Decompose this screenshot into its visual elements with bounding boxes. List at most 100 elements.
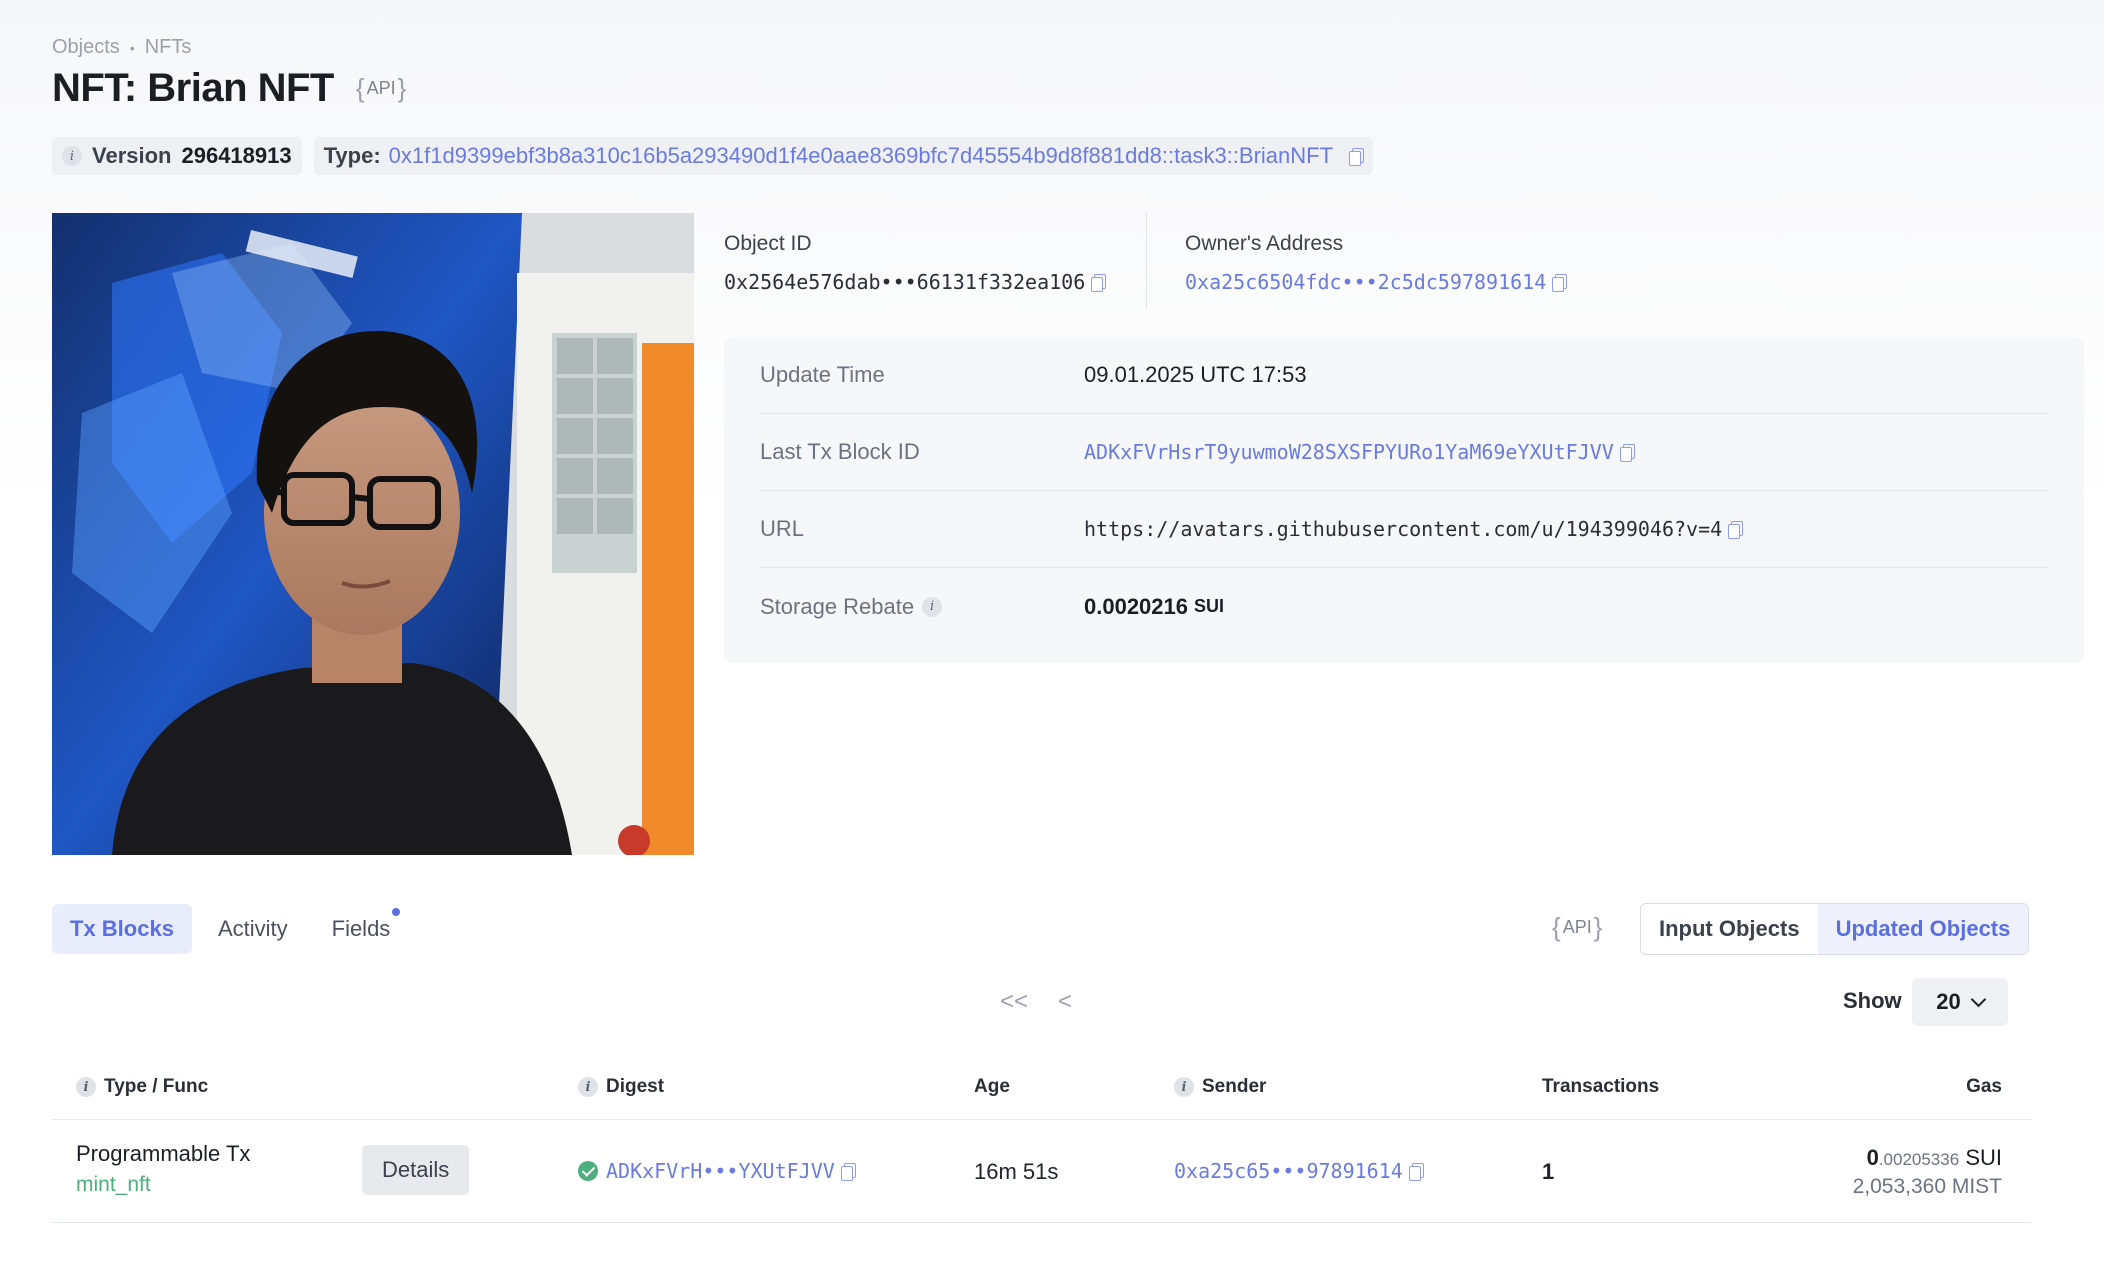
- copy-icon[interactable]: [1091, 273, 1107, 292]
- copy-icon[interactable]: [1619, 443, 1635, 462]
- tx-func-link[interactable]: mint_nft: [76, 1173, 250, 1197]
- url-value: https://avatars.githubusercontent.com/u/…: [1084, 517, 1723, 541]
- info-icon[interactable]: i: [922, 596, 943, 617]
- info-icon[interactable]: i: [62, 146, 82, 166]
- breadcrumb: Objects • NFTs: [52, 36, 191, 59]
- owner-address-link[interactable]: 0xa25c6504fdc•••2c5dc597891614: [1185, 270, 1546, 294]
- digest-link[interactable]: ADKxFVrH•••YXUtFJVV: [606, 1159, 835, 1183]
- prev-page-button[interactable]: <: [1058, 988, 1072, 1016]
- storage-rebate-row: Storage Rebate i 0.0020216 SUI: [760, 568, 2048, 645]
- api-brace-right: }: [1593, 912, 1603, 942]
- notification-dot: [392, 908, 401, 916]
- object-id-value: 0x2564e576dab•••66131f332ea106: [724, 270, 1086, 294]
- owner-address-label: Owner's Address: [1185, 232, 1344, 255]
- transactions-cell: 1: [1542, 1159, 1555, 1184]
- col-type-func-label: Type / Func: [104, 1076, 209, 1097]
- api-label: API: [1562, 917, 1592, 937]
- api-label: API: [366, 78, 396, 98]
- objects-segmented-control: Input Objects Updated Objects: [1640, 903, 2030, 955]
- page-title: NFT: Brian NFT: [52, 66, 334, 110]
- breadcrumb-objects[interactable]: Objects: [52, 36, 120, 59]
- table-header: i Type / Func i Digest Age i Sender Tran…: [52, 1060, 2032, 1120]
- version-value: 296418913: [181, 143, 292, 168]
- table-row: Programmable Tx mint_nft Details ADKxFVr…: [52, 1121, 2032, 1223]
- version-chip: i Version 296418913: [52, 137, 302, 175]
- type-value-link[interactable]: 0x1f1d9399ebf3b8a310c16b5a293490d1f4e0aa…: [389, 143, 1333, 169]
- col-transactions: Transactions: [1542, 1076, 1660, 1097]
- breadcrumb-nfts[interactable]: NFTs: [145, 36, 192, 59]
- col-type-func: i Type / Func: [76, 1076, 208, 1098]
- api-link[interactable]: { API }: [356, 73, 406, 104]
- first-page-button[interactable]: <<: [1000, 988, 1028, 1016]
- tab-fields-label: Fields: [331, 916, 391, 941]
- info-icon[interactable]: i: [1174, 1077, 1194, 1097]
- url-label: URL: [760, 516, 805, 541]
- storage-rebate-label: Storage Rebate: [760, 593, 915, 619]
- type-chip: Type: 0x1f1d9399ebf3b8a310c16b5a293490d1…: [313, 137, 1374, 175]
- gas-unit: SUI: [1965, 1145, 2002, 1170]
- tab-activity[interactable]: Activity: [200, 904, 306, 954]
- gas-mist: 2,053,360 MIST: [1852, 1175, 2002, 1198]
- page-size-value: 20: [1936, 989, 1961, 1014]
- col-sender-label: Sender: [1202, 1076, 1267, 1097]
- copy-icon[interactable]: [1552, 273, 1568, 292]
- col-sender: i Sender: [1174, 1076, 1266, 1098]
- copy-icon[interactable]: [1728, 520, 1744, 539]
- updated-objects-button[interactable]: Updated Objects: [1817, 904, 2029, 954]
- meta-row: i Version 296418913 Type: 0x1f1d9399ebf3…: [52, 137, 1374, 175]
- breadcrumb-separator: •: [129, 39, 135, 56]
- object-id-block: Object ID 0x2564e576dab•••66131f332ea106: [724, 232, 1107, 294]
- age-cell: 16m 51s: [974, 1159, 1059, 1184]
- pagination: << <: [1000, 988, 1072, 1016]
- success-check-icon: [578, 1161, 598, 1181]
- copy-icon[interactable]: [840, 1162, 856, 1181]
- storage-rebate-value: 0.0020216: [1084, 593, 1188, 619]
- tab-fields[interactable]: Fields: [314, 904, 409, 954]
- details-button[interactable]: Details: [362, 1145, 470, 1195]
- gas-frac: .00205336: [1878, 1150, 1960, 1169]
- owner-address-row: 0xa25c6504fdc•••2c5dc597891614: [1185, 270, 1568, 294]
- tab-tx-blocks[interactable]: Tx Blocks: [52, 904, 192, 954]
- copy-icon[interactable]: [1349, 147, 1365, 166]
- tx-type: Programmable Tx: [76, 1141, 251, 1166]
- object-id-label: Object ID: [724, 232, 812, 255]
- tabs: Tx Blocks Activity Fields: [52, 904, 408, 954]
- url-row: URL https://avatars.githubusercontent.co…: [760, 491, 2048, 568]
- update-time-row: Update Time 09.01.2025 UTC 17:53: [760, 337, 2048, 414]
- url-value-row: https://avatars.githubusercontent.com/u/…: [1084, 517, 1744, 541]
- storage-rebate-label-row: Storage Rebate i: [760, 594, 1084, 620]
- gas-cell: 0.00205336 SUI 2,053,360 MIST: [1853, 1145, 2002, 1199]
- api-link-secondary[interactable]: { API }: [1552, 912, 1602, 943]
- vertical-divider: [1146, 213, 1147, 309]
- storage-rebate-value-row: 0.0020216 SUI: [1084, 594, 1224, 620]
- api-brace-left: {: [355, 73, 365, 103]
- col-gas: Gas: [1966, 1076, 2002, 1097]
- col-digest-label: Digest: [606, 1076, 665, 1097]
- info-icon[interactable]: i: [578, 1077, 598, 1097]
- last-tx-row: Last Tx Block ID ADKxFVrHsrT9yuwmoW28SXS…: [760, 414, 2048, 491]
- type-func-cell: Programmable Tx mint_nft: [76, 1141, 250, 1197]
- digest-cell: ADKxFVrH•••YXUtFJVV: [578, 1159, 856, 1183]
- api-brace-right: }: [397, 73, 407, 103]
- owner-address-block: Owner's Address 0xa25c6504fdc•••2c5dc597…: [1185, 232, 1568, 294]
- version-label: Version: [92, 143, 172, 168]
- update-time-label: Update Time: [760, 362, 885, 387]
- type-label: Type:: [323, 143, 381, 168]
- chevron-down-icon: [1970, 991, 1987, 1007]
- sender-link[interactable]: 0xa25c65•••97891614: [1174, 1159, 1403, 1183]
- gas-sui: 0.00205336 SUI: [1853, 1145, 2002, 1171]
- page-size-select[interactable]: 20: [1912, 978, 2008, 1026]
- col-age: Age: [974, 1076, 1010, 1097]
- show-label: Show: [1843, 988, 1902, 1013]
- info-icon[interactable]: i: [76, 1077, 96, 1097]
- last-tx-link[interactable]: ADKxFVrHsrT9yuwmoW28SXSFPYURo1YaM69eYXUt…: [1084, 440, 1614, 464]
- col-digest: i Digest: [578, 1076, 664, 1098]
- last-tx-value-row: ADKxFVrHsrT9yuwmoW28SXSFPYURo1YaM69eYXUt…: [1084, 440, 1635, 464]
- copy-icon[interactable]: [1408, 1162, 1424, 1181]
- gas-int: 0: [1866, 1145, 1879, 1170]
- nft-photo-illustration: [52, 213, 694, 855]
- update-time-value: 09.01.2025 UTC 17:53: [1084, 362, 1307, 387]
- nft-image: [52, 213, 694, 855]
- details-card: Update Time 09.01.2025 UTC 17:53 Last Tx…: [724, 337, 2084, 663]
- input-objects-button[interactable]: Input Objects: [1641, 904, 1818, 954]
